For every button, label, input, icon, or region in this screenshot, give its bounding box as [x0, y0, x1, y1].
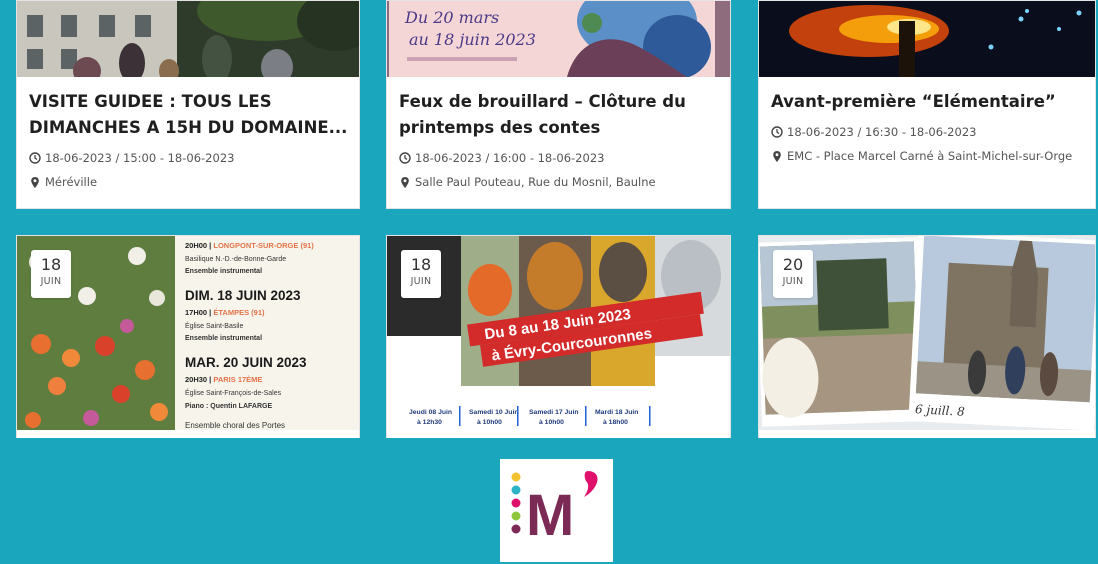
event-thumbnail[interactable]	[17, 1, 359, 77]
svg-text:Samedi 17 Juin: Samedi 17 Juin	[529, 409, 579, 416]
badge-month: JUIN	[782, 276, 804, 287]
date-badge: 20 JUIN	[773, 250, 813, 298]
event-title[interactable]: Avant-première “Elémentaire”	[771, 89, 1085, 115]
logo-letter: M	[526, 483, 574, 548]
svg-text:20H30 | PARIS 17ÈME: 20H30 | PARIS 17ÈME	[185, 375, 262, 384]
clock-icon	[771, 126, 783, 138]
page: VISITE GUIDEE : TOUS LES DIMANCHES A 15H…	[0, 0, 1098, 564]
svg-text:Ensemble instrumental: Ensemble instrumental	[185, 268, 262, 275]
badge-day: 18	[410, 255, 432, 274]
svg-text:DIM. 18 JUIN 2023: DIM. 18 JUIN 2023	[185, 288, 301, 303]
photo-caption: 6 juill. 8	[915, 402, 966, 419]
svg-text:à 10h00: à 10h00	[477, 419, 502, 426]
svg-text:Mardi 18 Juin: Mardi 18 Juin	[595, 409, 638, 416]
svg-text:à 12h30: à 12h30	[417, 419, 442, 426]
event-card[interactable]: Du 20 mars au 18 juin 2023 Feux de broui…	[386, 0, 731, 209]
svg-text:Samedi 10 Juin: Samedi 10 Juin	[469, 409, 519, 416]
svg-text:17H00 | ÉTAMPES (91): 17H00 | ÉTAMPES (91)	[185, 308, 265, 317]
footer: M	[6, 438, 1096, 564]
badge-day: 20	[782, 255, 804, 274]
svg-text:à 10h00: à 10h00	[539, 419, 564, 426]
site-logo[interactable]: M	[500, 459, 613, 562]
event-location-text: Salle Paul Pouteau, Rue du Mosnil, Bauln…	[415, 175, 656, 189]
event-date: 18-06-2023 / 15:00 - 18-06-2023	[29, 151, 234, 165]
poster-text-2: au 18 juin 2023	[409, 30, 536, 49]
event-date: 18-06-2023 / 16:30 - 18-06-2023	[771, 125, 976, 139]
svg-text:Église Saint-François-de-Sales: Église Saint-François-de-Sales	[185, 388, 282, 397]
film-still	[759, 1, 1095, 77]
badge-month: JUIN	[40, 276, 62, 287]
svg-text:Église Saint-Basile: Église Saint-Basile	[185, 321, 243, 330]
badge-day: 18	[40, 255, 62, 274]
event-card[interactable]: Du 8 au 18 Juin 2023 à Évry-Courcouronne…	[386, 235, 731, 439]
map-pin-icon	[401, 176, 409, 188]
event-location-text: EMC - Place Marcel Carné à Saint-Michel-…	[787, 149, 1073, 163]
event-date: 18-06-2023 / 16:00 - 18-06-2023	[399, 151, 604, 165]
svg-text:Basilique N.-D.-de-Bonne-Garde: Basilique N.-D.-de-Bonne-Garde	[185, 256, 286, 263]
badge-month: JUIN	[410, 276, 432, 287]
svg-text:Jeudi 08 Juin: Jeudi 08 Juin	[409, 409, 452, 416]
poster-text-1: Du 20 mars	[404, 8, 499, 27]
event-title[interactable]: VISITE GUIDEE : TOUS LES DIMANCHES A 15H…	[29, 89, 349, 141]
event-card[interactable]: Avant-première “Elémentaire” 18-06-2023 …	[758, 0, 1096, 209]
event-title[interactable]: Feux de brouillard – Clôture du printemp…	[399, 89, 720, 141]
svg-text:Piano : Quentin LAFARGE: Piano : Quentin LAFARGE	[185, 403, 272, 410]
event-thumbnail[interactable]	[759, 1, 1095, 77]
date-badge: 18 JUIN	[31, 250, 71, 298]
logo-icon: M	[511, 471, 598, 548]
date-badge: 18 JUIN	[401, 250, 441, 298]
contes-poster: Du 20 mars au 18 juin 2023	[387, 1, 730, 77]
event-card[interactable]: VISITE GUIDEE : TOUS LES DIMANCHES A 15H…	[16, 0, 360, 209]
chateau-photo	[17, 1, 359, 77]
event-card[interactable]: 20H00 | LONGPONT-SUR-ORGE (91) Basilique…	[16, 235, 360, 439]
svg-text:20H00 | LONGPONT-SUR-ORGE (91): 20H00 | LONGPONT-SUR-ORGE (91)	[185, 241, 314, 250]
svg-text:Ensemble instrumental: Ensemble instrumental	[185, 335, 262, 342]
event-location-text: Méréville	[45, 175, 98, 189]
svg-text:à 18h00: à 18h00	[603, 419, 628, 426]
event-location: Salle Paul Pouteau, Rue du Mosnil, Bauln…	[399, 175, 656, 189]
svg-text:MAR. 20 JUIN 2023: MAR. 20 JUIN 2023	[185, 355, 307, 370]
event-location: Méréville	[29, 175, 97, 189]
event-date-text: 18-06-2023 / 16:30 - 18-06-2023	[787, 125, 977, 139]
event-thumbnail[interactable]: Du 20 mars au 18 juin 2023	[387, 1, 730, 77]
map-pin-icon	[31, 176, 39, 188]
event-date-text: 18-06-2023 / 15:00 - 18-06-2023	[45, 151, 235, 165]
event-date-text: 18-06-2023 / 16:00 - 18-06-2023	[415, 151, 605, 165]
event-card[interactable]: 6 juill. 8 20 JUIN	[758, 235, 1096, 439]
clock-icon	[399, 152, 411, 164]
map-pin-icon	[773, 150, 781, 162]
clock-icon	[29, 152, 41, 164]
svg-text:Ensemble choral des Portes: Ensemble choral des Portes	[185, 421, 285, 430]
event-location: EMC - Place Marcel Carné à Saint-Michel-…	[771, 149, 1072, 163]
